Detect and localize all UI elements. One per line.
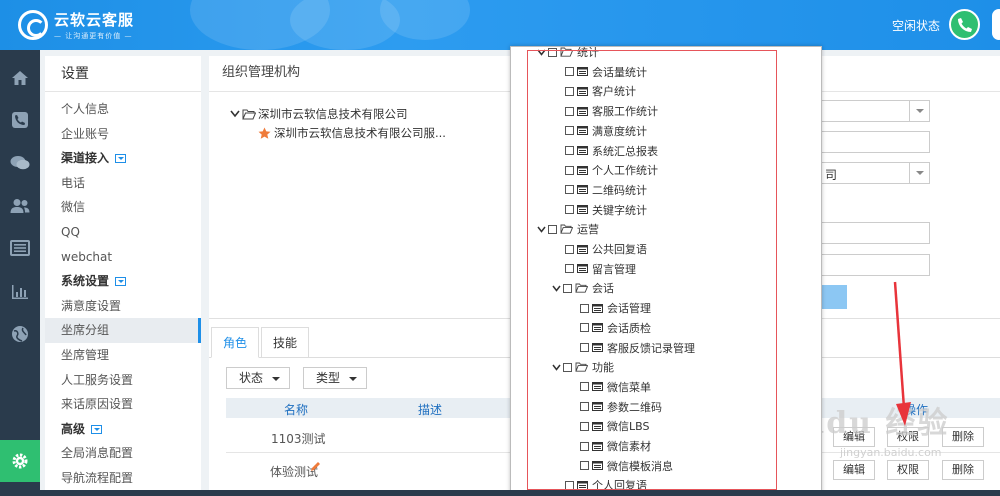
menu-item-label: 人工服务设置 <box>61 372 134 387</box>
status-filter-dropdown[interactable]: 状态 <box>226 367 290 389</box>
menu-item-label: webchat <box>61 249 113 264</box>
rail-chart[interactable] <box>0 274 40 310</box>
col-name-header: 名称 <box>284 403 309 417</box>
menu-item-manual-service[interactable]: 人工服务设置 <box>45 368 201 393</box>
chevron-down-icon <box>230 110 240 118</box>
menu-item-call-reason[interactable]: 来话原因设置 <box>45 392 201 417</box>
menu-item-profile[interactable]: 个人信息 <box>45 97 201 122</box>
row-2-perm-button[interactable]: 权限 <box>887 460 929 480</box>
menu-item-label: 导航流程配置 <box>61 470 134 485</box>
menu-group-channels[interactable]: 渠道接入 <box>45 146 201 171</box>
folder-open-icon <box>242 109 256 119</box>
form-input-2[interactable] <box>820 222 930 244</box>
menu-item-label: 坐席管理 <box>61 347 110 362</box>
row-1-name: 1103测试 <box>271 432 326 446</box>
row-2-delete-button[interactable]: 删除 <box>942 460 984 480</box>
menu-group-advanced[interactable]: 高级 <box>45 417 201 442</box>
header-edge-button[interactable] <box>992 9 1000 40</box>
footer-bar <box>0 490 1000 496</box>
chevron-down-icon <box>91 424 103 434</box>
logo-title: 云软云客服 <box>54 11 135 29</box>
menu-title: 设置 <box>45 56 201 92</box>
rail-phone[interactable] <box>0 102 40 138</box>
menu-item-phone[interactable]: 电话 <box>45 171 201 196</box>
menu-item-label: 电话 <box>61 175 86 190</box>
rail-settings[interactable] <box>0 440 40 482</box>
menu-item-webchat[interactable]: webchat <box>45 245 201 270</box>
rail-list[interactable] <box>0 230 40 266</box>
home-icon <box>12 71 28 85</box>
form-select-2[interactable]: 司 <box>820 162 930 184</box>
chevron-down-icon <box>909 163 929 183</box>
col-desc-header: 描述 <box>418 403 443 417</box>
globe-icon <box>12 326 28 342</box>
top-header: 云软云客服 — 让沟通更有价值 — 空闲状态 <box>0 0 1000 50</box>
type-filter-dropdown[interactable]: 类型 <box>303 367 367 389</box>
form-select-2-value: 司 <box>825 168 838 182</box>
menu-item-qq[interactable]: QQ <box>45 220 201 245</box>
list-icon <box>10 240 30 256</box>
org-root-label: 深圳市云软信息技术有限公司 <box>258 107 408 121</box>
tab-roles[interactable]: 角色 <box>211 327 259 358</box>
chat-icon <box>10 156 30 170</box>
tab-skills[interactable]: 技能 <box>261 327 309 358</box>
chevron-down-icon <box>115 154 127 164</box>
chevron-down-icon <box>115 277 127 287</box>
menu-item-satisfaction[interactable]: 满意度设置 <box>45 294 201 319</box>
rail-home[interactable] <box>0 60 40 96</box>
menu-item-wechat[interactable]: 微信 <box>45 195 201 220</box>
org-root-node[interactable]: 深圳市云软信息技术有限公司 <box>230 106 408 122</box>
menu-item-nav-flow[interactable]: 导航流程配置 <box>45 466 201 491</box>
agent-status[interactable]: 空闲状态 <box>892 17 940 34</box>
menu-item-label: 微信 <box>61 200 86 215</box>
rail-chat[interactable] <box>0 145 40 181</box>
menu-item-label: 坐席分组 <box>61 323 110 338</box>
menu-item-label: 来话原因设置 <box>61 397 134 412</box>
menu-item-label: 满意度设置 <box>61 298 122 313</box>
settings-menu: 设置 个人信息 企业账号 渠道接入 电话 微信 QQ webchat 系统设置 … <box>45 56 201 496</box>
org-child-node[interactable]: 深圳市云软信息技术有限公司服... <box>258 125 446 141</box>
menu-item-agent-management[interactable]: 坐席管理 <box>45 343 201 368</box>
menu-group-label: 高级 <box>61 421 86 436</box>
phone-icon <box>12 112 28 128</box>
submit-button[interactable] <box>822 285 847 309</box>
org-child-label: 深圳市云软信息技术有限公司服... <box>274 126 446 140</box>
gear-icon <box>12 453 28 469</box>
logo-icon <box>18 10 48 40</box>
form-select-1[interactable] <box>820 100 930 122</box>
chevron-down-icon <box>909 101 929 121</box>
icon-rail <box>0 50 40 496</box>
edit-pencil-icon <box>311 462 320 471</box>
rail-users[interactable] <box>0 188 40 224</box>
menu-group-system[interactable]: 系统设置 <box>45 269 201 294</box>
red-arrow-annotation <box>893 281 911 426</box>
menu-item-enterprise-account[interactable]: 企业账号 <box>45 122 201 147</box>
menu-item-label: 全局消息配置 <box>61 446 134 461</box>
row-2-edit-button[interactable]: 编辑 <box>833 460 875 480</box>
logo-slogan: — 让沟通更有价值 — <box>54 32 133 40</box>
rail-globe[interactable] <box>0 316 40 352</box>
star-icon <box>258 127 271 139</box>
menu-group-label: 系统设置 <box>61 274 110 289</box>
menu-item-label: 企业账号 <box>61 126 110 141</box>
highlight-frame <box>527 50 777 490</box>
phone-icon <box>957 17 972 32</box>
menu-item-agent-groups[interactable]: 坐席分组 <box>45 318 201 343</box>
menu-group-label: 渠道接入 <box>61 151 110 166</box>
app-logo: 云软云客服 — 让沟通更有价值 — <box>18 9 134 41</box>
chart-icon <box>12 285 28 299</box>
form-input-3[interactable] <box>820 254 930 276</box>
baidu-watermark-url: jingyan.baidu.com <box>840 446 942 459</box>
users-icon <box>10 199 30 213</box>
menu-item-label: 个人信息 <box>61 102 110 116</box>
form-input-1[interactable] <box>820 131 930 153</box>
menu-item-global-message[interactable]: 全局消息配置 <box>45 441 201 466</box>
call-button[interactable] <box>949 9 980 40</box>
menu-item-label: QQ <box>61 224 80 239</box>
